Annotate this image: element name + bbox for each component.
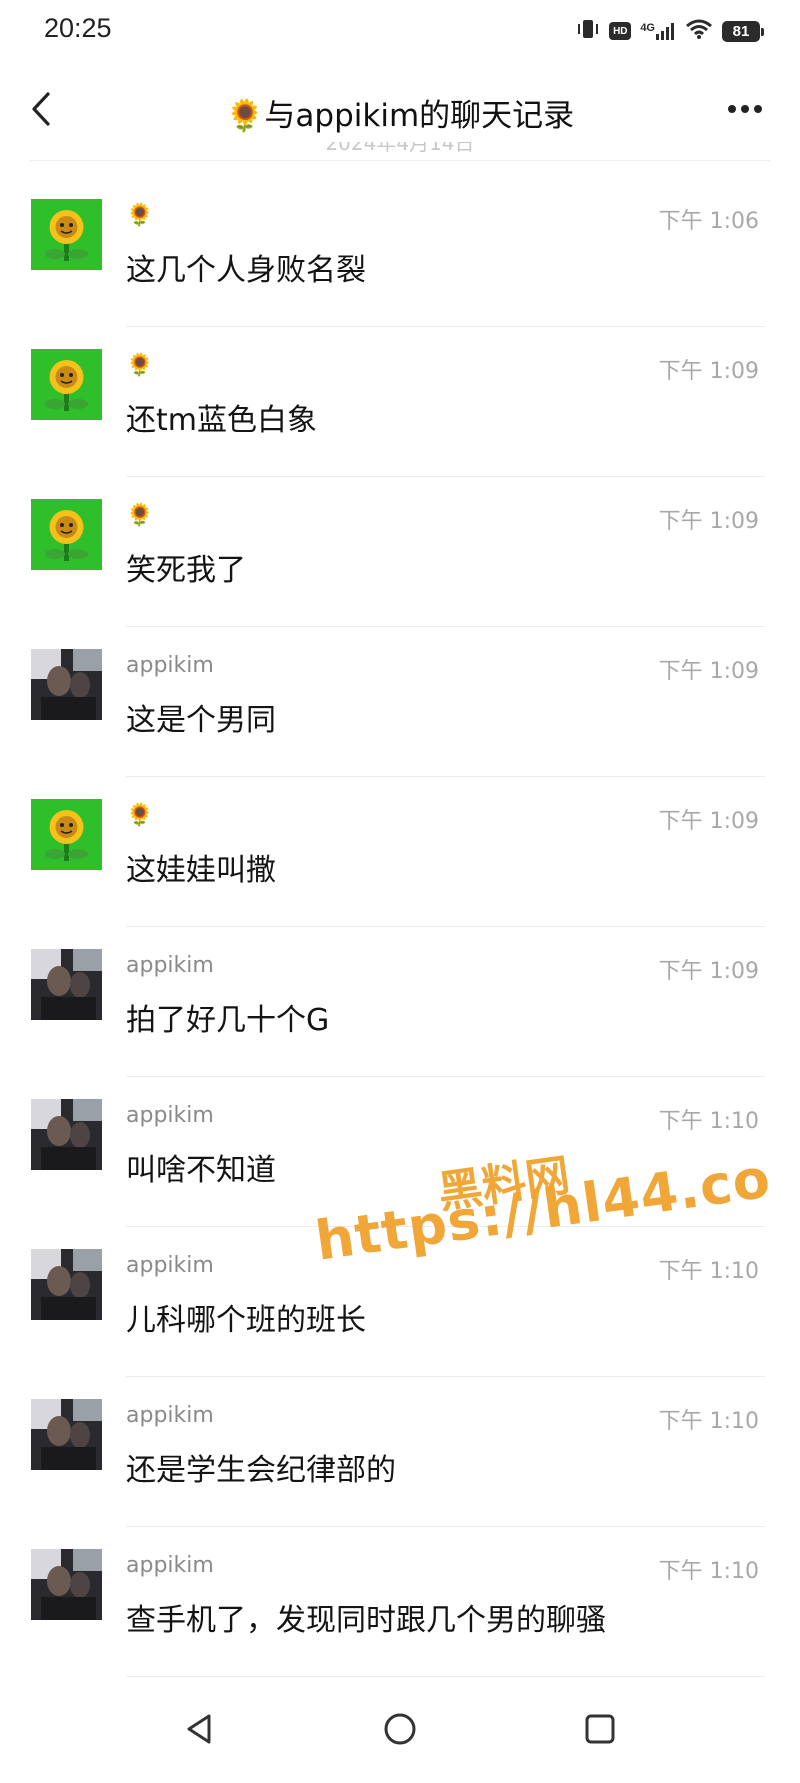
- hd-icon: HD: [609, 22, 632, 40]
- battery-icon: 81: [722, 20, 764, 42]
- sender-name: appikim: [126, 1553, 214, 1578]
- message-item[interactable]: appikim 下午 1:09 拍了好几十个G: [0, 927, 800, 1077]
- photo-avatar-icon: [31, 949, 102, 1020]
- sender-name: appikim: [126, 1103, 214, 1128]
- signal-icon: 4G: [640, 22, 676, 40]
- message-time: 下午 1:09: [658, 359, 759, 384]
- message-text: 这几个人身败名裂: [126, 253, 366, 288]
- sunflower-avatar-icon: [31, 199, 102, 270]
- sender-name: appikim: [126, 1253, 214, 1278]
- message-item[interactable]: appikim 下午 1:10 儿科哪个班的班长: [0, 1227, 800, 1377]
- triangle-back-icon: [187, 1714, 211, 1744]
- square-recents-icon: [585, 1714, 615, 1744]
- sender-avatar[interactable]: [31, 1399, 102, 1470]
- message-time: 下午 1:10: [658, 1109, 759, 1134]
- message-item[interactable]: 🌻 下午 1:09 这娃娃叫撒: [0, 777, 800, 927]
- sunflower-avatar-icon: [31, 499, 102, 570]
- more-options-button[interactable]: [720, 92, 770, 126]
- more-dots-icon: [728, 105, 762, 113]
- status-bar: 20:25 HD 4G 81: [0, 0, 800, 64]
- message-text: 儿科哪个班的班长: [126, 1303, 366, 1338]
- date-label: 2024年4月14日: [325, 142, 475, 155]
- divider: [30, 160, 770, 161]
- sender-avatar[interactable]: [31, 1549, 102, 1620]
- message-item[interactable]: appikim 下午 1:10 叫啥不知道: [0, 1077, 800, 1227]
- sender-name: appikim: [126, 1403, 214, 1428]
- sender-name: 🌻: [126, 353, 154, 378]
- message-item[interactable]: 🌻 下午 1:09 笑死我了: [0, 477, 800, 627]
- message-time: 下午 1:09: [658, 509, 759, 534]
- sender-avatar[interactable]: [31, 499, 102, 570]
- message-item[interactable]: appikim 下午 1:09 这是个男同: [0, 627, 800, 777]
- sender-avatar[interactable]: [31, 1099, 102, 1170]
- system-back-button[interactable]: [175, 1704, 225, 1754]
- message-item[interactable]: appikim 下午 1:10 查手机了，发现同时跟几个男的聊骚: [0, 1527, 800, 1677]
- sender-avatar[interactable]: [31, 799, 102, 870]
- message-time: 下午 1:10: [658, 1559, 759, 1584]
- page-title: 🌻与appikim的聊天记录: [225, 98, 575, 134]
- divider: [126, 1676, 765, 1677]
- sunflower-avatar-icon: [31, 799, 102, 870]
- system-home-button[interactable]: [375, 1704, 425, 1754]
- photo-avatar-icon: [31, 649, 102, 720]
- message-item[interactable]: 🌻 下午 1:09 还tm蓝色白象: [0, 327, 800, 477]
- sender-avatar[interactable]: [31, 949, 102, 1020]
- photo-avatar-icon: [31, 1399, 102, 1470]
- message-text: 查手机了，发现同时跟几个男的聊骚: [126, 1603, 606, 1638]
- vibrate-icon: [576, 18, 600, 44]
- message-time: 下午 1:09: [658, 659, 759, 684]
- message-text: 拍了好几十个G: [126, 1003, 330, 1038]
- message-text: 还是学生会纪律部的: [126, 1453, 396, 1488]
- message-time: 下午 1:09: [658, 959, 759, 984]
- network-type-label: 4G: [640, 22, 655, 34]
- message-item[interactable]: appikim 下午 1:10 还是学生会纪律部的: [0, 1377, 800, 1527]
- date-header: 2024年4月14日: [0, 142, 800, 172]
- message-time: 下午 1:06: [658, 209, 759, 234]
- sender-name: 🌻: [126, 503, 154, 528]
- sender-name: 🌻: [126, 203, 154, 228]
- status-icons: HD 4G 81: [576, 16, 764, 46]
- circle-home-icon: [384, 1713, 416, 1745]
- status-time: 20:25: [44, 13, 112, 43]
- system-recents-button[interactable]: [575, 1704, 625, 1754]
- message-text: 还tm蓝色白象: [126, 403, 317, 438]
- message-time: 下午 1:10: [658, 1259, 759, 1284]
- message-text: 笑死我了: [126, 553, 246, 588]
- message-time: 下午 1:10: [658, 1409, 759, 1434]
- message-time: 下午 1:09: [658, 809, 759, 834]
- sender-avatar[interactable]: [31, 349, 102, 420]
- sunflower-avatar-icon: [31, 349, 102, 420]
- system-navigation-bar: [0, 1682, 800, 1783]
- sender-avatar[interactable]: [31, 199, 102, 270]
- message-text: 叫啥不知道: [126, 1153, 276, 1188]
- message-text: 这娃娃叫撒: [126, 853, 276, 888]
- photo-avatar-icon: [31, 1099, 102, 1170]
- photo-avatar-icon: [31, 1249, 102, 1320]
- sender-avatar[interactable]: [31, 1249, 102, 1320]
- message-item[interactable]: 🌻 下午 1:06 这几个人身败名裂: [0, 177, 800, 327]
- photo-avatar-icon: [31, 1549, 102, 1620]
- sender-name: 🌻: [126, 803, 154, 828]
- sender-name: appikim: [126, 653, 214, 678]
- sender-name: appikim: [126, 953, 214, 978]
- message-text: 这是个男同: [126, 703, 276, 738]
- sender-avatar[interactable]: [31, 649, 102, 720]
- wifi-icon: [685, 18, 713, 44]
